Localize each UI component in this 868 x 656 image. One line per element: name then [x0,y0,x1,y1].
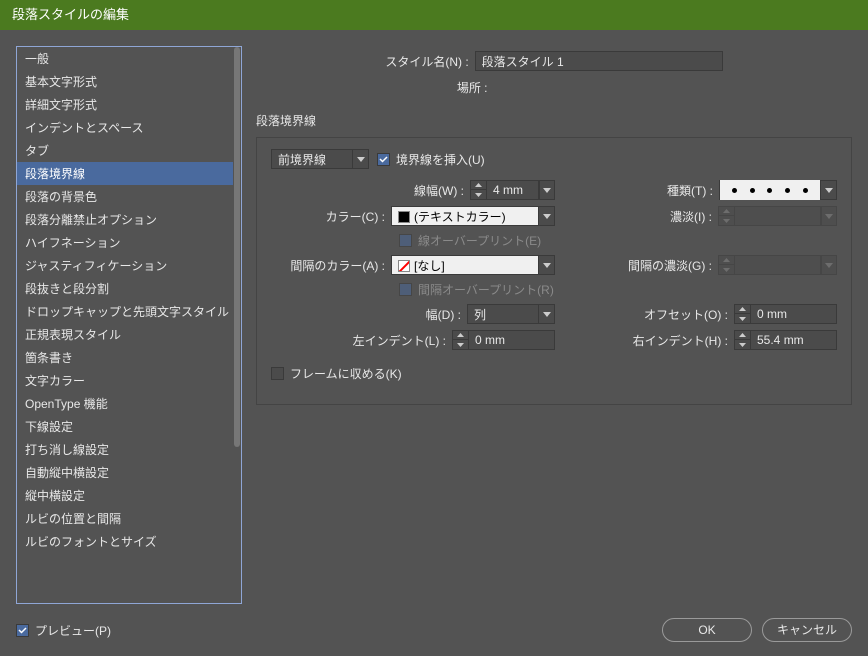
width-dropdown[interactable]: 列 [467,304,555,324]
sidebar-item-keep-options[interactable]: 段落分離禁止オプション [17,208,241,231]
weight-field[interactable] [487,180,539,200]
sidebar-item-underline[interactable]: 下線設定 [17,415,241,438]
left-indent-label: 左インデント(L) : [332,332,452,349]
chevron-down-icon [538,256,554,274]
sidebar[interactable]: 一般 基本文字形式 詳細文字形式 インデントとスペース タブ 段落境界線 段落の… [16,46,242,604]
chevron-down-icon [538,207,554,225]
chevron-down-icon[interactable] [735,340,750,349]
sidebar-item-general[interactable]: 一般 [17,47,241,70]
location-label: 場所 : [367,79,494,96]
gap-color-dropdown[interactable]: [なし] [391,255,555,275]
sidebar-item-paragraph-bg[interactable]: 段落の背景色 [17,185,241,208]
offset-label: オフセット(O) : [644,306,734,323]
left-indent-field[interactable] [469,330,555,350]
titlebar: 段落スタイルの編集 [0,0,868,30]
sidebar-item-tcy[interactable]: 縦中横設定 [17,484,241,507]
rules-panel: 前境界線 境界線を挿入(U) 線幅(W) : [256,137,852,405]
gap-color-label: 間隔のカラー(A) : [271,257,391,274]
chevron-down-icon [820,181,836,199]
color-dropdown[interactable]: (テキストカラー) [391,206,555,226]
section-title: 段落境界線 [256,112,852,129]
chevron-down-icon [719,216,734,225]
chevron-up-icon[interactable] [735,305,750,314]
right-indent-field[interactable] [751,330,837,350]
stroke-type-dropdown[interactable] [719,180,837,200]
tint-spinner [718,206,821,226]
offset-spinner[interactable] [734,304,837,324]
chevron-up-icon [719,256,734,265]
ok-button[interactable]: OK [662,618,752,642]
keep-in-frame-checkbox[interactable] [271,367,284,380]
dialog-title: 段落スタイルの編集 [12,7,129,22]
swatch-black-icon [398,211,410,223]
preview-checkbox[interactable] [16,624,29,637]
overprint-gap-checkbox [399,283,412,296]
gap-tint-spinner [718,255,821,275]
weight-spinner[interactable] [470,180,539,200]
chevron-down-icon [719,265,734,274]
sidebar-item-opentype[interactable]: OpenType 機能 [17,392,241,415]
stroke-dotted-icon [720,180,820,200]
sidebar-item-basic-char[interactable]: 基本文字形式 [17,70,241,93]
sidebar-item-auto-tcy[interactable]: 自動縦中横設定 [17,461,241,484]
cancel-button[interactable]: キャンセル [762,618,852,642]
style-name-label: スタイル名(N) : [385,53,474,70]
sidebar-item-ruby-font[interactable]: ルビのフォントとサイズ [17,530,241,553]
sidebar-item-span-split[interactable]: 段抜きと段分割 [17,277,241,300]
color-label: カラー(C) : [271,208,391,225]
chevron-down-icon [352,150,368,168]
rule-on-label: 境界線を挿入(U) [396,151,485,168]
overprint-stroke-label: 線オーバープリント(E) [418,232,541,249]
chevron-up-icon [719,207,734,216]
sidebar-item-indent-space[interactable]: インデントとスペース [17,116,241,139]
width-label: 幅(D) : [347,306,467,323]
chevron-down-icon[interactable] [735,314,750,323]
sidebar-item-char-color[interactable]: 文字カラー [17,369,241,392]
scrollbar-thumb[interactable] [234,47,240,447]
sidebar-item-hyphenation[interactable]: ハイフネーション [17,231,241,254]
chevron-up-icon[interactable] [471,181,486,190]
type-label: 種類(T) : [667,182,719,199]
tint-field [735,206,821,226]
gap-tint-label: 間隔の濃淡(G) : [628,257,718,274]
swatch-none-icon [398,260,410,272]
right-indent-spinner[interactable] [734,330,837,350]
right-indent-label: 右インデント(H) : [633,332,734,349]
sidebar-item-tab[interactable]: タブ [17,139,241,162]
sidebar-scrollbar[interactable] [233,47,241,603]
chevron-up-icon[interactable] [453,331,468,340]
sidebar-item-ruby-position[interactable]: ルビの位置と間隔 [17,507,241,530]
rule-position-dropdown[interactable]: 前境界線 [271,149,369,169]
dialog-window: 段落スタイルの編集 一般 基本文字形式 詳細文字形式 インデントとスペース タブ… [0,0,868,656]
weight-dropdown-arrow[interactable] [539,180,555,200]
sidebar-item-advanced-char[interactable]: 詳細文字形式 [17,93,241,116]
left-indent-spinner[interactable] [452,330,555,350]
rule-on-checkbox[interactable] [377,153,390,166]
overprint-gap-label: 間隔オーバープリント(R) [418,281,554,298]
sidebar-item-dropcap[interactable]: ドロップキャップと先頭文字スタイル [17,300,241,323]
keep-in-frame-label: フレームに収める(K) [290,365,402,382]
chevron-down-icon [538,305,554,323]
sidebar-item-justification[interactable]: ジャスティフィケーション [17,254,241,277]
sidebar-item-paragraph-rules[interactable]: 段落境界線 [17,162,241,185]
chevron-down-icon[interactable] [453,340,468,349]
overprint-stroke-checkbox [399,234,412,247]
preview-label: プレビュー(P) [35,622,111,639]
gap-tint-dropdown-arrow [821,255,837,275]
chevron-down-icon[interactable] [471,190,486,199]
chevron-up-icon[interactable] [735,331,750,340]
style-name-input[interactable] [475,51,723,71]
tint-dropdown-arrow [821,206,837,226]
sidebar-item-strikethrough[interactable]: 打ち消し線設定 [17,438,241,461]
offset-field[interactable] [751,304,837,324]
gap-tint-field [735,255,821,275]
sidebar-item-grep-style[interactable]: 正規表現スタイル [17,323,241,346]
weight-label: 線幅(W) : [350,182,470,199]
tint-label: 濃淡(I) : [670,208,718,225]
sidebar-item-bullets[interactable]: 箇条書き [17,346,241,369]
